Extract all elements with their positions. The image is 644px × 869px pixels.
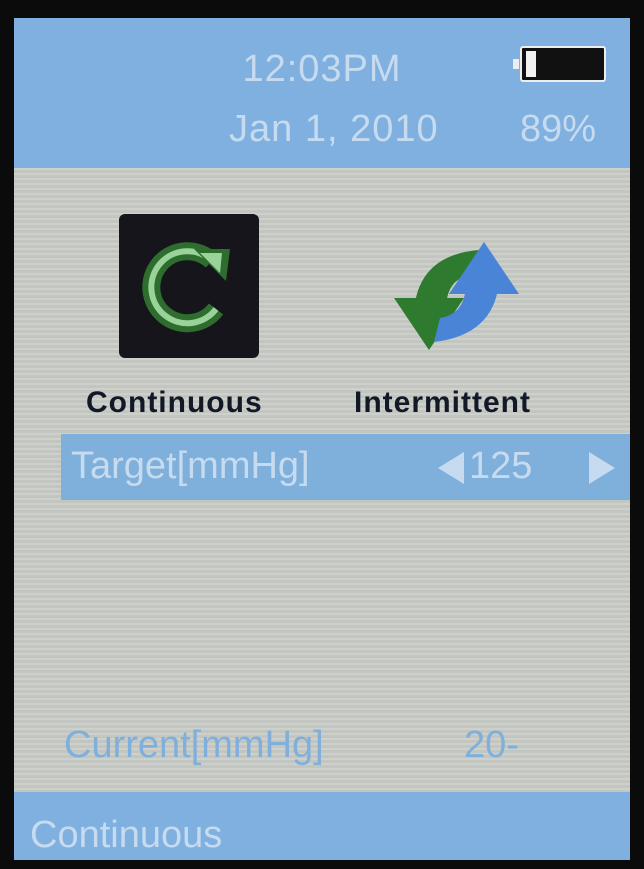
target-label: Target[mmHg] [71, 445, 310, 487]
device-screen: 12:03PM Jan 1, 2010 89% Continuous Inter… [14, 18, 630, 860]
intermittent-mode-button[interactable] [374, 230, 539, 360]
status-footer: Continuous [14, 792, 630, 860]
active-mode-label: Continuous [30, 814, 223, 856]
cycle-arrows-icon [394, 242, 519, 350]
intermittent-mode-label[interactable]: Intermittent [354, 386, 531, 420]
status-header: 12:03PM Jan 1, 2010 89% [14, 18, 630, 168]
battery-percent: 89% [519, 108, 596, 150]
target-value: 125 [469, 445, 533, 487]
decrease-arrow-icon[interactable] [438, 452, 464, 484]
battery-fill [526, 51, 536, 77]
increase-arrow-icon[interactable] [589, 452, 615, 484]
clock-date: Jan 1, 2010 [229, 108, 439, 150]
target-pressure-row[interactable]: Target[mmHg] 125 [61, 434, 630, 500]
battery-icon [513, 46, 606, 82]
current-pressure-label: Current[mmHg] [64, 724, 324, 766]
current-pressure-value: 20- [464, 724, 519, 766]
continuous-mode-label[interactable]: Continuous [86, 386, 263, 420]
continuous-mode-button[interactable] [119, 214, 259, 358]
refresh-circular-arrow-icon [119, 214, 259, 358]
